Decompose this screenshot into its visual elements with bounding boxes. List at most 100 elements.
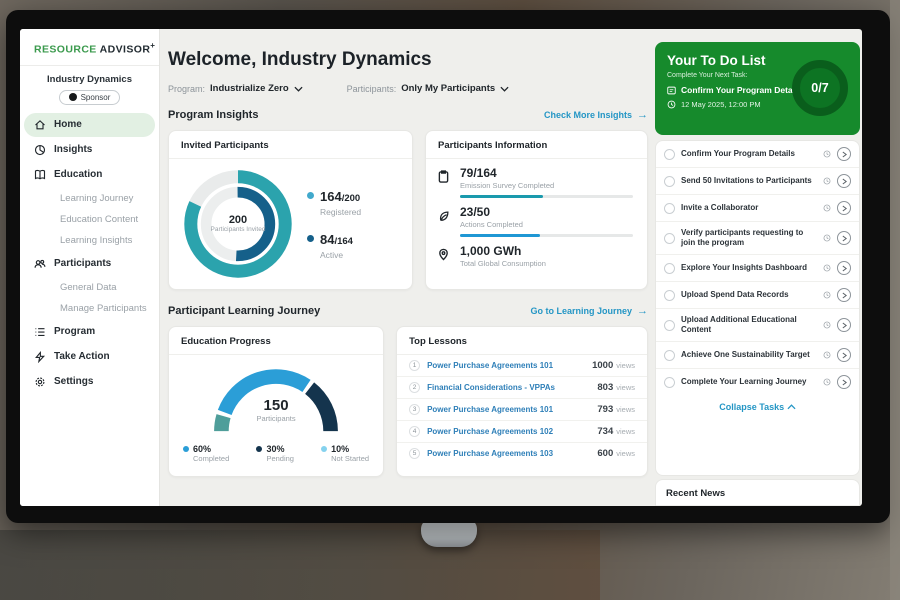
legend-total: /164 <box>334 236 353 247</box>
task-row: Explore Your Insights Dashboard <box>656 255 859 282</box>
invited-participants-card: Invited Participants <box>168 130 413 290</box>
stat-value: 1,000 GWh <box>460 244 633 258</box>
task-checkbox[interactable] <box>664 290 675 301</box>
sidebar-item-insights[interactable]: Insights <box>24 138 155 162</box>
program-filter[interactable]: Program: Industrialize Zero <box>168 83 303 94</box>
task-open-button[interactable] <box>837 231 851 245</box>
chevron-right-icon <box>842 352 847 359</box>
lesson-row: 5 Power Purchase Agreements 103 600 view… <box>397 443 647 464</box>
sidebar-item-education[interactable]: Education <box>24 163 155 187</box>
app-logo[interactable]: RESOURCE ADVISOR+ <box>20 29 159 66</box>
clock-icon <box>823 291 831 299</box>
take-action-icon <box>34 351 46 363</box>
task-label: Verify participants requesting to join t… <box>681 228 817 248</box>
chevron-down-icon <box>500 86 509 92</box>
participants-filter[interactable]: Participants: Only My Participants <box>347 83 510 94</box>
task-open-button[interactable] <box>837 147 851 161</box>
sidebar-item-settings[interactable]: Settings <box>24 370 155 394</box>
photo-scene: RESOURCE ADVISOR+ Industry Dynamics Spon… <box>0 0 900 600</box>
todo-progress-ring: 0/7 <box>792 60 848 116</box>
sidebar-item-home[interactable]: Home <box>24 113 155 137</box>
task-open-button[interactable] <box>837 201 851 215</box>
chevron-right-icon <box>842 292 847 299</box>
education-gauge-chart: 150 Participants <box>196 359 356 442</box>
sidebar-item-learning-journey[interactable]: Learning Journey <box>20 188 159 209</box>
sidebar-item-program[interactable]: Program <box>24 320 155 344</box>
task-checkbox[interactable] <box>664 149 675 160</box>
task-checkbox[interactable] <box>664 203 675 214</box>
todo-header-card: Your To Do List Complete Your Next Task:… <box>655 42 860 135</box>
lesson-rank: 1 <box>409 360 420 371</box>
task-checkbox[interactable] <box>664 350 675 361</box>
check-more-insights-link[interactable]: Check More Insights → <box>544 110 648 121</box>
task-checkbox[interactable] <box>664 263 675 274</box>
legend-label: Registered <box>320 207 361 217</box>
sponsor-badge[interactable]: Sponsor <box>59 90 121 105</box>
lesson-link[interactable]: Power Purchase Agreements 101 <box>427 361 592 370</box>
task-checkbox[interactable] <box>664 320 675 331</box>
task-open-button[interactable] <box>837 174 851 188</box>
lesson-link[interactable]: Power Purchase Agreements 103 <box>427 449 597 458</box>
legend-total: /200 <box>342 193 361 204</box>
lesson-views: 1000 <box>592 360 613 371</box>
collapse-tasks-link[interactable]: Collapse Tasks <box>656 395 859 419</box>
task-open-button[interactable] <box>837 261 851 275</box>
lesson-rank: 5 <box>409 448 420 459</box>
sidebar-item-learning-insights[interactable]: Learning Insights <box>20 230 159 251</box>
sidebar-item-participants[interactable]: Participants <box>24 252 155 276</box>
legend-dot <box>183 446 189 452</box>
brand-secondary: ADVISOR <box>100 44 151 56</box>
views-word: views <box>616 449 635 458</box>
gauge-center-label: Participants <box>196 414 356 423</box>
card-title: Top Lessons <box>397 327 647 355</box>
stat-label: Actions Completed <box>460 220 633 229</box>
task-open-button[interactable] <box>837 348 851 362</box>
program-icon <box>34 326 46 338</box>
legend-active: 84/164 Active <box>307 231 361 260</box>
task-open-button[interactable] <box>837 288 851 302</box>
lesson-views: 734 <box>597 426 613 437</box>
stat-emission-survey: 79/164 Emission Survey Completed <box>426 159 647 198</box>
link-label: Check More Insights <box>544 110 632 120</box>
top-lessons-card: Top Lessons 1 Power Purchase Agreements … <box>396 326 648 477</box>
legend-not-started: 10% Not Started <box>321 444 369 463</box>
task-row: Verify participants requesting to join t… <box>656 222 859 255</box>
task-checkbox[interactable] <box>664 377 675 388</box>
consumption-icon <box>438 248 449 261</box>
legend-completed: 60% Completed <box>183 444 229 463</box>
lesson-link[interactable]: Power Purchase Agreements 101 <box>427 405 597 414</box>
todo-tasks-card: Confirm Your Program Details Send 50 Inv… <box>655 140 860 476</box>
legend-label: Pending <box>266 454 294 463</box>
go-to-learning-journey-link[interactable]: Go to Learning Journey → <box>530 306 648 317</box>
arrow-right-icon: → <box>637 306 648 317</box>
task-open-button[interactable] <box>837 318 851 332</box>
sidebar-item-general-data[interactable]: General Data <box>20 277 159 298</box>
sidebar-item-take-action[interactable]: Take Action <box>24 345 155 369</box>
task-open-button[interactable] <box>837 375 851 389</box>
legend-label: Completed <box>193 454 229 463</box>
lesson-link[interactable]: Power Purchase Agreements 102 <box>427 427 597 436</box>
sidebar-item-label: Take Action <box>54 351 110 362</box>
sidebar-item-label: Education <box>54 169 102 180</box>
sidebar-item-manage-participants[interactable]: Manage Participants <box>20 298 159 319</box>
chevron-right-icon <box>842 265 847 272</box>
lesson-views: 600 <box>597 448 613 459</box>
task-checkbox[interactable] <box>664 233 675 244</box>
lesson-link[interactable]: Financial Considerations - VPPAs <box>427 383 597 392</box>
lesson-rank: 3 <box>409 404 420 415</box>
stat-label: Total Global Consumption <box>460 259 633 268</box>
task-row: Achieve One Sustainability Target <box>656 342 859 369</box>
task-label: Achieve One Sustainability Target <box>681 350 817 360</box>
task-checkbox[interactable] <box>664 176 675 187</box>
stat-actions-completed: 23/50 Actions Completed <box>426 198 647 237</box>
education-icon <box>34 169 46 181</box>
arrow-right-icon: → <box>637 110 648 121</box>
clock-icon <box>667 100 676 109</box>
insights-icon <box>34 144 46 156</box>
chevron-right-icon <box>842 322 847 329</box>
program-filter-value: Industrialize Zero <box>210 83 289 94</box>
learning-journey-title: Participant Learning Journey <box>168 305 320 317</box>
recent-news-card: Recent News <box>655 479 860 506</box>
task-label: Upload Spend Data Records <box>681 290 817 300</box>
sidebar-item-education-content[interactable]: Education Content <box>20 209 159 230</box>
